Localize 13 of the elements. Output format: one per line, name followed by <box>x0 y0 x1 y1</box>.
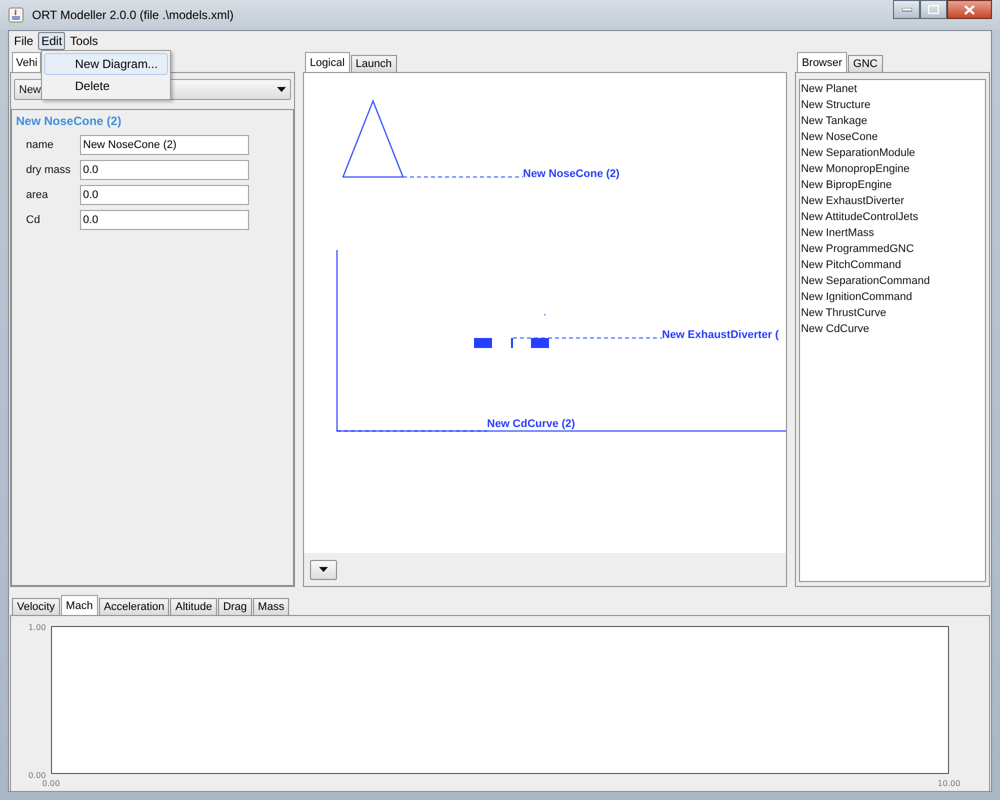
field-label: name <box>25 139 55 151</box>
field-label: dry mass <box>25 164 72 176</box>
x-tick-label: 10.00 <box>938 779 960 788</box>
window-title: ORT Modeller 2.0.0 (file .\models.xml) <box>32 8 234 22</box>
y-tick-label: 1.00 <box>28 623 46 632</box>
x-tick-label: 0.00 <box>42 779 60 788</box>
section-heading: New NoseCone (2) <box>16 114 122 128</box>
diagram-label: New NoseCone (2) <box>522 168 620 180</box>
y-tick-label: 0.00 <box>28 771 46 780</box>
field-label: area <box>25 189 50 201</box>
field-label: Cd <box>25 214 42 226</box>
diagram-label: New CdCurve (2) <box>486 418 575 430</box>
diagram-label: New ExhaustDiverter ( <box>662 329 779 341</box>
